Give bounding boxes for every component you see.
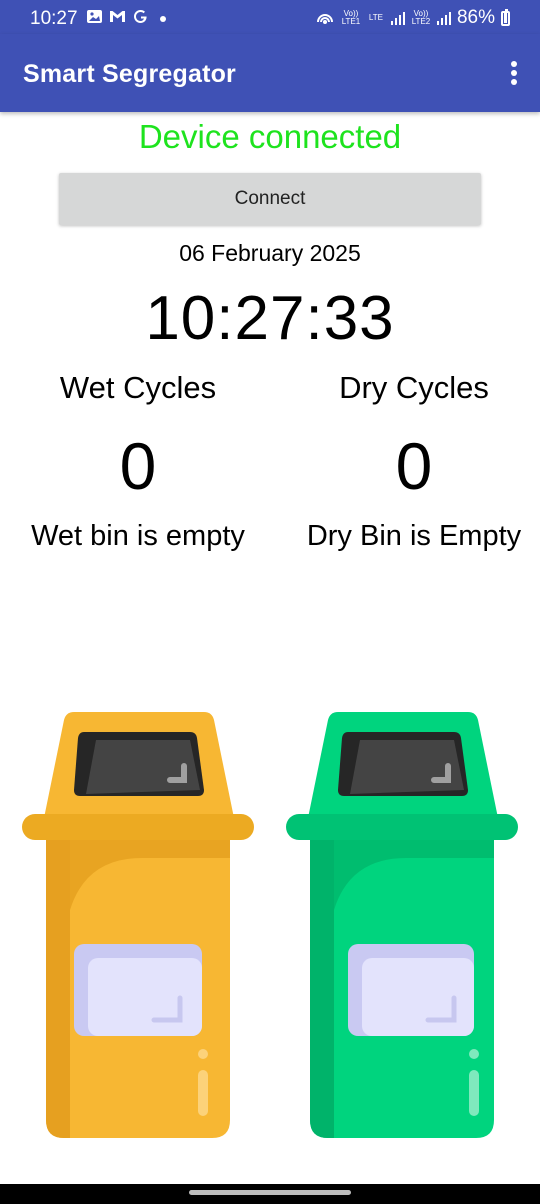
dry-cycles-count: 0 [395,429,433,503]
status-right-icons: Vo)) LTE1 LTE Vo)) LTE2 86% [315,7,510,29]
app-bar: Smart Segregator [0,34,540,112]
dry-bin-status: Dry Bin is Empty [306,520,522,552]
overflow-dot [511,61,517,67]
gallery-icon [87,10,102,23]
connection-status: Device connected [138,118,402,155]
gmail-icon [110,11,125,22]
home-gesture-handle[interactable] [189,1190,351,1195]
wet-cycles-count: 0 [119,429,157,503]
hotspot-icon [316,14,333,24]
current-date: 06 February 2025 [179,240,361,266]
overflow-menu-icon[interactable] [510,61,518,85]
battery-icon [501,8,510,26]
app-title: Smart Segregator [23,60,236,88]
more-notifications-dot [160,16,166,22]
wet-bin-status: Wet bin is empty [31,520,245,552]
overflow-dot [511,70,517,76]
notification-icons [86,9,149,24]
dry-cycles-label: Dry Cycles [339,370,489,405]
connect-button[interactable]: Connect [59,173,481,225]
current-time: 10:27:33 [145,284,395,353]
dry-bin-icon [286,712,518,1138]
google-icon [134,10,147,23]
signal-icon-sim1 [390,12,405,25]
lte-label: LTE [368,13,383,22]
wet-bin-icon [22,712,254,1138]
system-nav-bar [0,1184,540,1204]
wet-cycles-label: Wet Cycles [59,370,217,405]
overflow-dot [511,79,517,85]
status-time: 10:27 [30,8,78,29]
signal-icon-sim2 [436,12,451,25]
status-bar: 10:27 Vo)) LTE1 LTE Vo)) LTE2 86% [0,0,540,34]
sim2-volte-label: Vo)) LTE2 [411,9,431,26]
battery-percent: 86% [456,7,495,28]
sim1-volte-label: Vo)) LTE1 [341,9,361,26]
